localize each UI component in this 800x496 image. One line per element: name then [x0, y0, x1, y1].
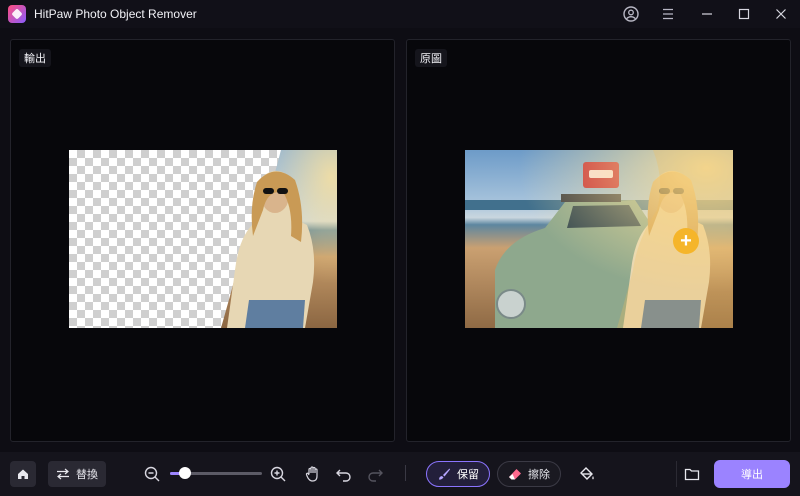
replace-label: 替換: [76, 469, 98, 481]
original-panel: 原圖 +: [406, 39, 791, 442]
title-bar: HitPaw Photo Object Remover: [0, 0, 800, 28]
folder-icon: [684, 468, 699, 481]
zoom-slider[interactable]: [170, 467, 262, 479]
undo-icon[interactable]: [333, 463, 355, 485]
erase-button[interactable]: 擦除: [497, 461, 561, 487]
zoom-out-icon[interactable]: [141, 463, 163, 485]
keep-label: 保留: [457, 469, 479, 481]
home-button[interactable]: [10, 461, 36, 487]
open-folder-button[interactable]: [676, 461, 706, 487]
paint-bucket-icon[interactable]: [576, 463, 598, 485]
home-icon: [18, 469, 28, 479]
output-image[interactable]: [69, 150, 337, 328]
maximize-icon[interactable]: [733, 4, 755, 24]
toolbar-divider: [405, 465, 406, 481]
erase-label: 擦除: [528, 469, 550, 481]
brush-icon: [439, 468, 450, 480]
hand-pan-icon[interactable]: [302, 463, 324, 485]
bottom-toolbar: 替換 保留 擦除 導出: [0, 452, 800, 496]
output-panel: 輸出: [10, 39, 395, 442]
kept-subject-region: [221, 150, 337, 328]
zoom-in-icon[interactable]: [267, 463, 289, 485]
app-logo: [8, 5, 26, 23]
replace-button[interactable]: 替換: [48, 461, 106, 487]
original-label: 原圖: [415, 49, 447, 67]
user-icon[interactable]: [620, 4, 642, 24]
zoom-slider-knob[interactable]: [178, 467, 191, 479]
output-label: 輸出: [19, 49, 51, 67]
menu-icon[interactable]: [657, 4, 679, 24]
keep-brush-button[interactable]: 保留: [426, 461, 490, 487]
swap-icon: [57, 468, 69, 480]
add-marker-icon[interactable]: +: [673, 228, 699, 254]
close-icon[interactable]: [770, 4, 792, 24]
minimize-icon[interactable]: [696, 4, 718, 24]
redo-icon[interactable]: [364, 463, 386, 485]
export-button[interactable]: 導出: [714, 460, 790, 488]
app-title: HitPaw Photo Object Remover: [34, 7, 197, 21]
export-label: 導出: [741, 469, 763, 481]
eraser-icon: [509, 469, 521, 480]
